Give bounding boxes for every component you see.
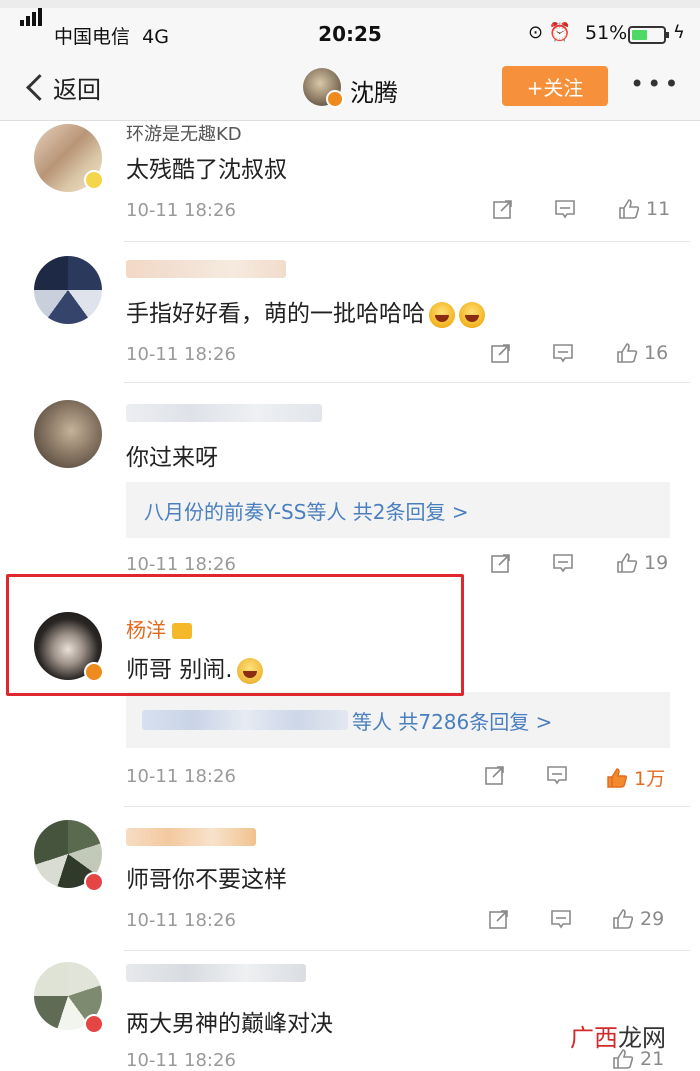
share-icon [491,344,510,363]
repost-button[interactable] [492,198,514,220]
repost-button[interactable] [488,908,510,930]
username[interactable] [126,260,286,278]
like-count: 19 [644,552,669,574]
share-icon [489,910,508,929]
thumbs-up-icon [617,553,638,573]
watermark: 广西龙网 [570,1024,666,1052]
repost-button[interactable] [490,342,512,364]
back-label: 返回 [53,76,101,104]
reply-summary[interactable]: 八月份的前奏Y-SS等人 共2条回复 > [126,482,670,538]
like-count: 11 [646,198,671,220]
comment-text: 手指好好看，萌的一批哈哈哈 [126,294,485,328]
comment-text: 你过来呀 [126,445,218,471]
timestamp: 10-11 18:26 [126,1050,236,1071]
timestamp: 10-11 18:26 [126,910,236,931]
chevron-left-icon [26,74,53,101]
comment-text: 师哥你不要这样 [126,867,287,893]
thumbs-up-icon [619,199,640,219]
avatar[interactable] [34,256,102,324]
like-button[interactable]: 16 [616,342,668,364]
verified-badge-icon [326,90,344,108]
comment-button[interactable] [554,198,576,220]
battery-icon [628,26,669,44]
username[interactable]: 环游是无趣KD [126,120,242,146]
divider [124,241,690,242]
comment-icon [553,344,573,363]
like-count: 29 [640,908,665,930]
timestamp: 10-11 18:26 [126,554,236,575]
divider [124,806,690,807]
charging-icon: ϟ [673,22,685,43]
comment-icon [555,200,575,219]
follow-button[interactable]: +关注 [502,66,608,106]
reply-summary-link[interactable]: 等人 共7286条回复 > [352,706,552,735]
page-title: 沈腾 [350,79,398,107]
comment-button[interactable] [552,342,574,364]
comment-button[interactable] [552,552,574,574]
like-button[interactable]: 1万 [606,764,665,791]
laughing-emoji-icon [459,301,485,328]
divider [124,950,690,951]
like-button[interactable]: 11 [618,198,670,220]
like-count: 16 [644,342,669,364]
comment-item: 手指好好看，萌的一批哈哈哈 10-11 18:26 16 [0,244,700,382]
top-strip [0,0,700,8]
repost-button[interactable] [490,552,512,574]
like-button[interactable]: 19 [616,552,668,574]
member-badge-icon [84,170,104,190]
battery-percent: 51% [585,22,628,44]
divider [124,382,690,383]
avatar[interactable] [303,68,344,108]
share-icon [485,766,504,785]
laughing-emoji-icon [429,301,455,328]
highlight-box [6,574,464,696]
comment-text: 两大男神的巅峰对决 [126,1011,333,1037]
like-button[interactable]: 29 [612,908,664,930]
username[interactable] [126,964,306,982]
blurred-usernames [142,710,348,730]
member-badge-icon [84,1014,104,1034]
comment-item: 环游是无趣KD 太残酷了沈叔叔 10-11 18:26 11 [0,120,700,244]
more-menu-button[interactable]: ••• [630,70,681,98]
thumbs-up-icon [613,909,634,929]
thumbs-up-icon [617,343,638,363]
comment-item: 师哥你不要这样 10-11 18:26 29 [0,808,700,950]
timestamp: 10-11 18:26 [126,766,236,787]
reply-summary[interactable]: 等人 共7286条回复 > [126,692,670,748]
comment-text: 太残酷了沈叔叔 [126,157,287,183]
comment-icon [547,766,567,785]
comment-button[interactable] [546,764,568,786]
like-count: 1万 [634,768,666,790]
username[interactable] [126,404,322,422]
back-button[interactable]: 返回 [26,70,101,105]
timestamp: 10-11 18:26 [126,344,236,365]
timestamp: 10-11 18:26 [126,200,236,221]
avatar[interactable] [34,400,102,468]
share-icon [493,200,512,219]
share-icon [491,554,510,573]
thumbs-up-filled-icon [607,767,628,788]
comment-item: 你过来呀 八月份的前奏Y-SS等人 共2条回复 > 10-11 18:26 19 [0,384,700,588]
status-bar: 中国电信 4G 20:25 ⊙ ⏰ 51% ϟ [0,8,700,58]
comment-button[interactable] [550,908,572,930]
comment-icon [553,554,573,573]
username[interactable] [126,828,256,846]
comment-icon [551,910,571,929]
member-badge-icon [84,872,104,892]
repost-button[interactable] [484,764,506,786]
nav-bar: 返回 沈腾 +关注 ••• [0,58,700,121]
alarm-lock-icons: ⊙ ⏰ [528,22,572,43]
reply-summary-link[interactable]: 八月份的前奏Y-SS等人 共2条回复 > [144,496,469,525]
